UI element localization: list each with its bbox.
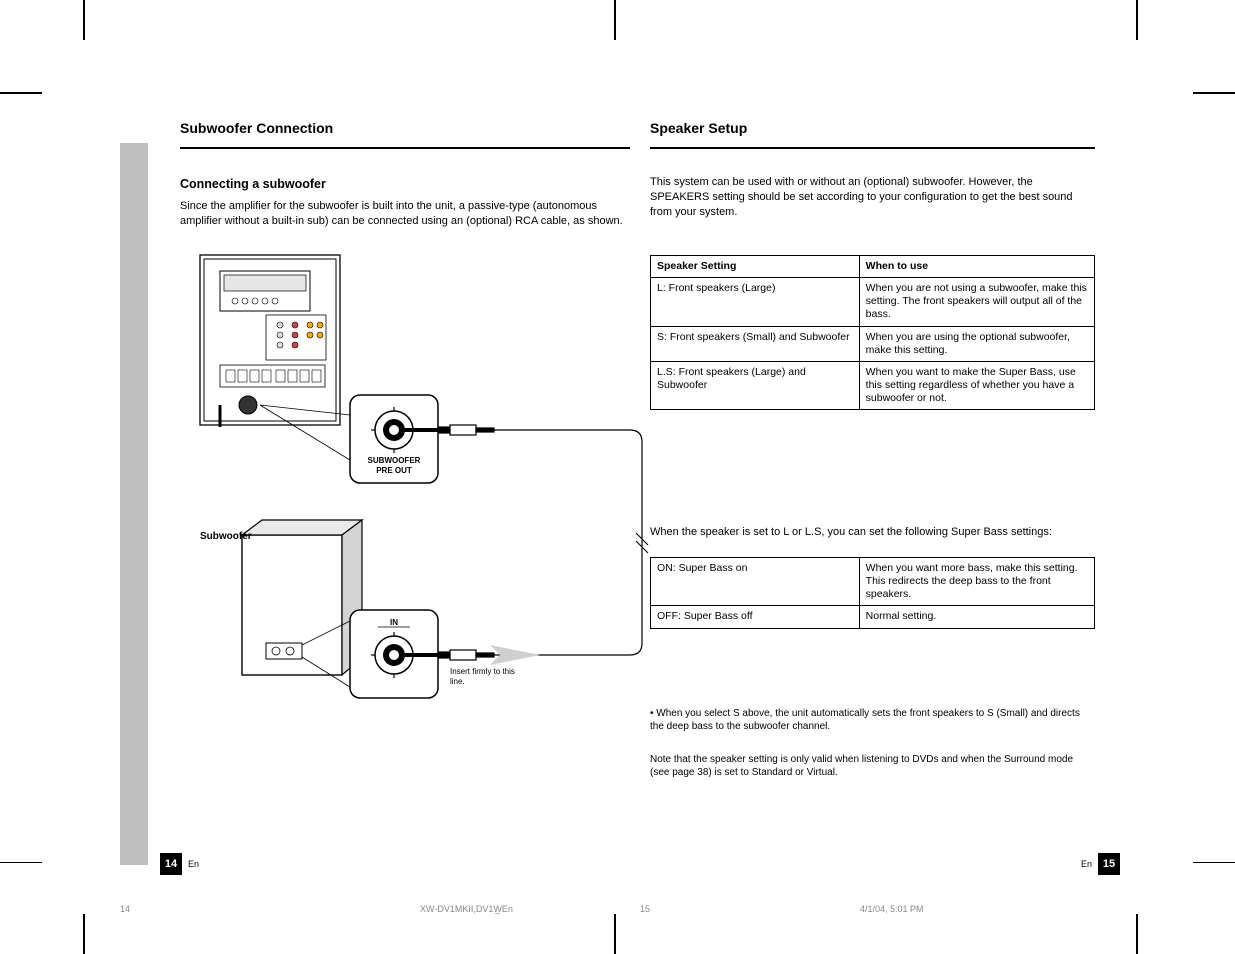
locale-right: En xyxy=(1081,859,1092,869)
receiver-back-icon xyxy=(200,255,340,427)
outside-filename: XW-DV1MKII,DV1W̲En xyxy=(420,904,513,914)
outside-page-right: 15 xyxy=(640,904,650,914)
speaker-settings-table: Speaker Setting When to use L: Front spe… xyxy=(650,255,1095,410)
note-p3: Note that the speaker setting is only va… xyxy=(650,753,1095,779)
t1-header-r: When to use xyxy=(859,256,1094,278)
right-intro: This system can be used with or without … xyxy=(650,175,1095,220)
subwoofer-label: Subwoofer xyxy=(200,530,252,543)
section-tab-bar xyxy=(120,143,148,865)
callout-sub-pre-out: SUBWOOFER PRE OUT xyxy=(350,395,438,483)
note-p2: • When you select S above, the unit auto… xyxy=(650,707,1095,733)
callout-bottom-line1: IN xyxy=(390,618,398,627)
t1-header-l: Speaker Setting xyxy=(651,256,860,278)
connection-diagram: SUBWOOFER PRE OUT xyxy=(180,245,650,675)
plug-hint-label: Insert firmly to this line. xyxy=(450,667,520,686)
table-row: S: Front speakers (Small) and Subwoofer … xyxy=(651,326,1095,361)
table-row: OFF: Super Bass off Normal setting. xyxy=(651,606,1095,628)
note-p1: When the speaker is set to L or L.S, you… xyxy=(650,525,1095,540)
page-number-left: 14 xyxy=(160,853,182,875)
table-row: ON: Super Bass on When you want more bas… xyxy=(651,558,1095,606)
locale-left: En xyxy=(188,859,199,869)
subwoofer-box-icon xyxy=(242,520,362,675)
right-heading: Speaker Setup xyxy=(650,120,747,136)
callout-top-line1: SUBWOOFER xyxy=(368,456,421,465)
left-body: Since the amplifier for the subwoofer is… xyxy=(180,199,630,229)
left-subheading: Connecting a subwoofer xyxy=(180,177,326,191)
table-row: L.S: Front speakers (Large) and Subwoofe… xyxy=(651,361,1095,409)
left-rule xyxy=(180,147,630,149)
right-rule xyxy=(650,147,1095,149)
outside-timestamp: 4/1/04, 5:01 PM xyxy=(860,904,924,914)
table-row: L: Front speakers (Large) When you are n… xyxy=(651,278,1095,326)
left-heading: Subwoofer Connection xyxy=(180,120,333,136)
callout-top-line2: PRE OUT xyxy=(376,466,412,475)
outside-page-left: 14 xyxy=(120,904,130,914)
superbass-table: ON: Super Bass on When you want more bas… xyxy=(650,557,1095,629)
page-number-right: 15 xyxy=(1098,853,1120,875)
rca-cable-icon xyxy=(494,430,642,655)
